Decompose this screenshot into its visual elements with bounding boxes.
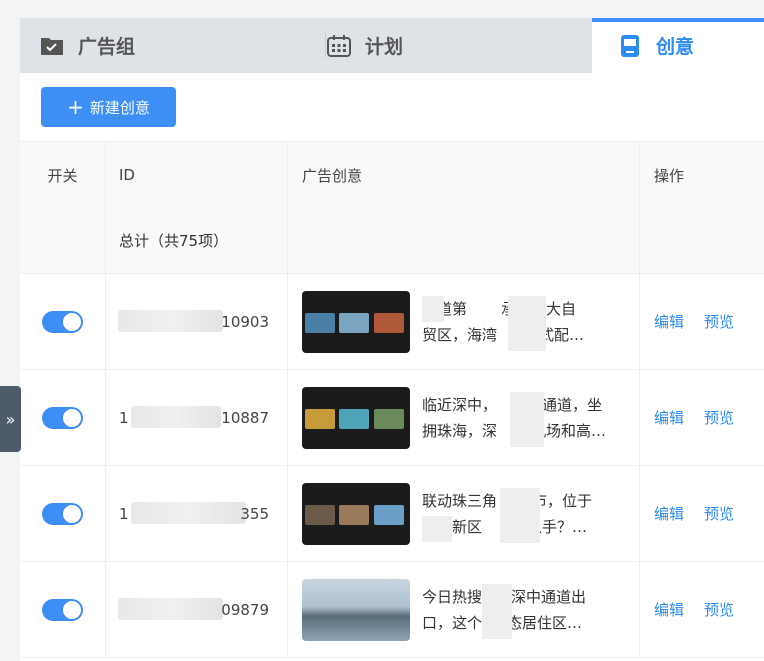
calendar-icon <box>327 34 351 58</box>
plus-icon: + <box>67 95 84 119</box>
creative-description: 今日热搜 于深中通道出 口，这个 生态居住区… <box>422 583 622 639</box>
preview-link[interactable]: 预览 <box>704 311 734 332</box>
tab-divider <box>325 33 326 58</box>
row-creative: 今日热搜 于深中通道出 口，这个 生态居住区… <box>289 562 640 657</box>
edit-link[interactable]: 编辑 <box>654 407 684 428</box>
table-header: 开关 ID 广告创意 操作 <box>20 141 764 209</box>
header-switch: 开关 <box>20 142 106 208</box>
summary-row: 总计（共75项） <box>20 208 764 274</box>
status-toggle[interactable] <box>42 598 83 621</box>
row-actions: 编辑 预览 <box>641 274 764 369</box>
tab-ad-group-label: 广告组 <box>78 36 136 58</box>
status-toggle[interactable] <box>42 502 83 525</box>
creative-description: 通道第承接三大自 贸区，海湾一站式配… <box>422 295 622 351</box>
masked-id <box>131 502 246 524</box>
row-creative: 通道第承接三大自 贸区，海湾一站式配… <box>289 274 640 369</box>
creative-description: 临近深中， 双通道，坐 拥珠海，深 机场和高… <box>422 391 622 447</box>
row-creative: 临近深中， 双通道，坐 拥珠海，深 机场和高… <box>289 370 640 465</box>
table-row: 1 355 联动珠三角 城市，位于 新区 得入手？… 编辑 预览 <box>20 466 764 562</box>
row-actions: 编辑 预览 <box>641 370 764 465</box>
creative-thumbnail[interactable] <box>302 386 410 449</box>
table-row: 09879 今日热搜 于深中通道出 口，这个 生态居住区… 编辑 预览 <box>20 562 764 658</box>
preview-link[interactable]: 预览 <box>704 599 734 620</box>
row-id: 1 355 <box>106 466 288 561</box>
row-actions: 编辑 预览 <box>641 466 764 561</box>
masked-id <box>118 310 223 332</box>
tab-plan[interactable]: 计划 <box>327 18 592 73</box>
edit-link[interactable]: 编辑 <box>654 503 684 524</box>
row-id: 09879 <box>106 562 288 657</box>
header-id: ID <box>106 142 288 208</box>
masked-id <box>118 598 223 620</box>
status-toggle[interactable] <box>42 310 83 333</box>
folder-check-icon <box>40 34 64 58</box>
expand-sidebar-button[interactable]: » <box>0 386 21 452</box>
header-creative: 广告创意 <box>289 142 640 208</box>
masked-id <box>131 406 221 428</box>
creative-thumbnail[interactable] <box>302 290 410 353</box>
tab-plan-label: 计划 <box>365 36 404 58</box>
preview-link[interactable]: 预览 <box>704 503 734 524</box>
row-id: 1 10887 <box>106 370 288 465</box>
tab-creative[interactable]: 创意 <box>592 18 764 73</box>
new-creative-button[interactable]: + 新建创意 <box>41 87 176 127</box>
tab-bar: 广告组 计划 创意 <box>20 18 764 73</box>
preview-link[interactable]: 预览 <box>704 407 734 428</box>
row-id: 10903 <box>106 274 288 369</box>
creative-icon <box>618 34 642 58</box>
row-creative: 联动珠三角 城市，位于 新区 得入手？… <box>289 466 640 561</box>
creative-panel: 广告组 计划 创意 + 新建创意 开关 ID 广告创意 操作 总计（共75项） … <box>20 18 764 661</box>
table-row: 10903 通道第承接三大自 贸区，海湾一站式配… 编辑 预览 <box>20 274 764 370</box>
new-creative-label: 新建创意 <box>89 98 150 117</box>
creative-thumbnail[interactable] <box>302 578 410 641</box>
row-actions: 编辑 预览 <box>641 562 764 657</box>
edit-link[interactable]: 编辑 <box>654 599 684 620</box>
tab-creative-label: 创意 <box>656 36 695 58</box>
header-action: 操作 <box>654 166 685 185</box>
tab-ad-group[interactable]: 广告组 <box>40 18 326 73</box>
creative-thumbnail[interactable] <box>302 482 410 545</box>
edit-link[interactable]: 编辑 <box>654 311 684 332</box>
table-row: 1 10887 临近深中， 双通道，坐 拥珠海，深 机场和高… 编辑 预览 <box>20 370 764 466</box>
creative-description: 联动珠三角 城市，位于 新区 得入手？… <box>422 487 622 543</box>
double-chevron-right-icon: » <box>5 409 16 429</box>
status-toggle[interactable] <box>42 406 83 429</box>
summary-text: 总计（共75项） <box>106 208 288 273</box>
